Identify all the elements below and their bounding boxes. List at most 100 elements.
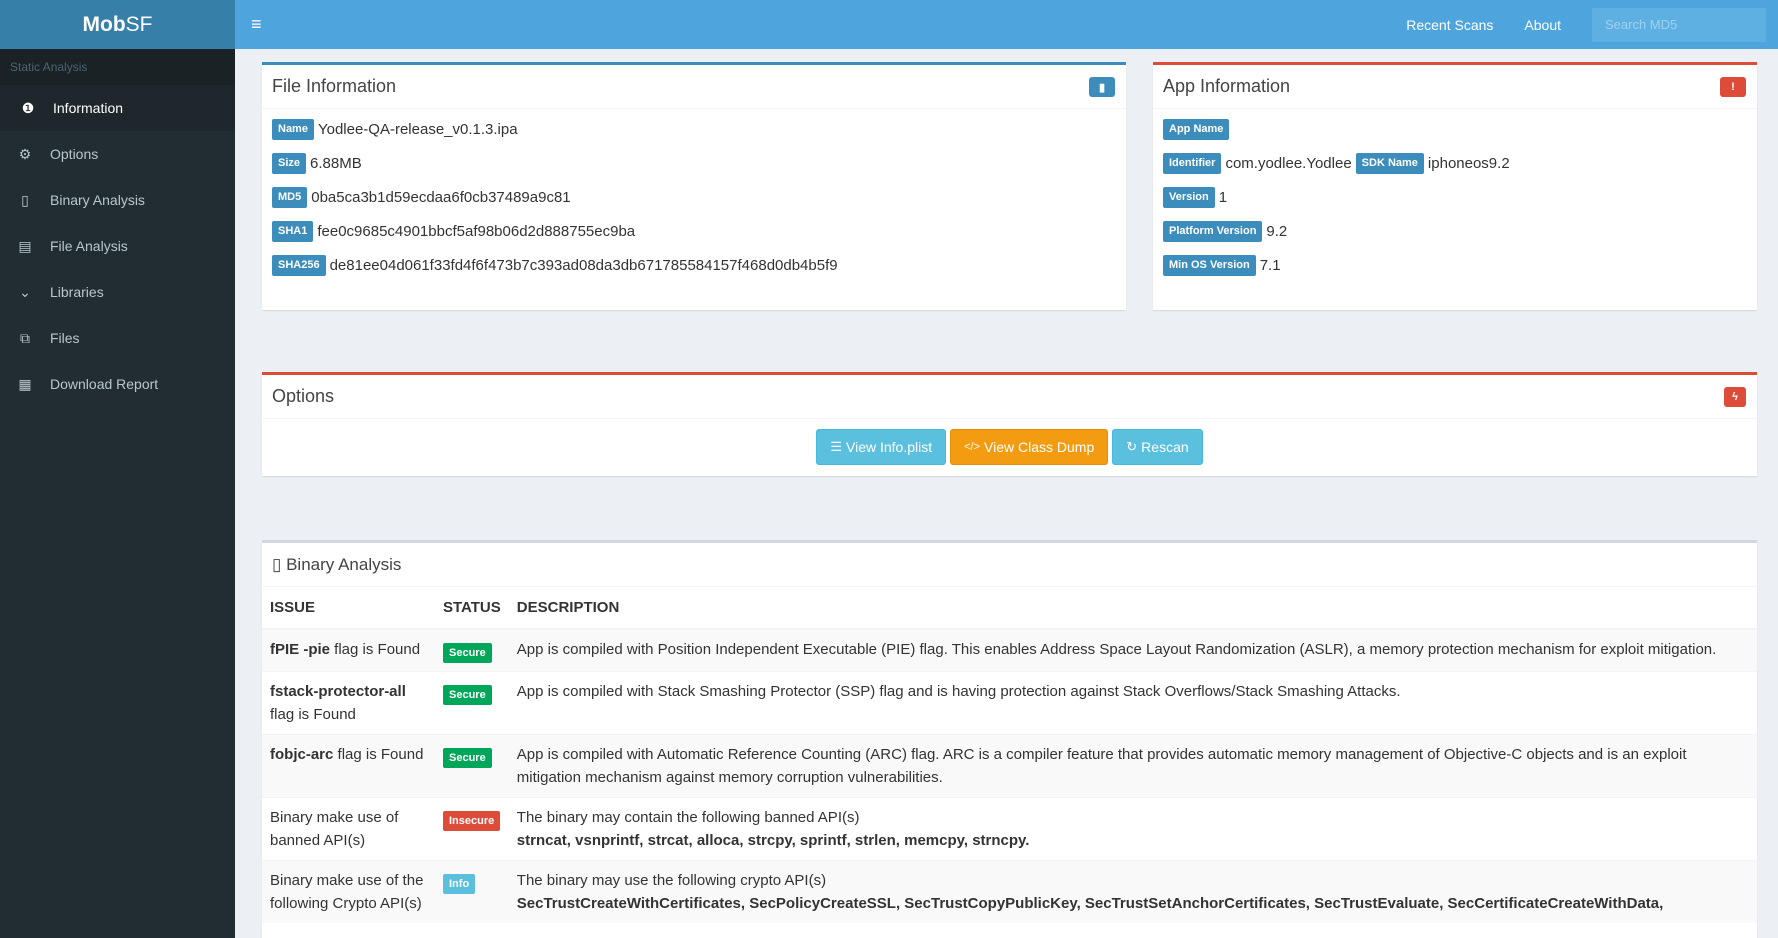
table-row: fobjc-arc flag is Found Secure App is co… <box>262 734 1757 798</box>
description-cell: App is compiled with Stack Smashing Prot… <box>508 671 1757 735</box>
label-min-os-version: Min OS Version <box>1163 254 1256 276</box>
sidebar-item-label: File Analysis <box>50 238 128 254</box>
sidebar-item-label: Download Report <box>50 376 159 392</box>
box-title: Options <box>272 386 335 406</box>
issue-flag: fstack-protector-all <box>270 683 406 700</box>
status-cell: Info <box>435 860 509 923</box>
sidebar-item-file-analysis[interactable]: ▤ File Analysis <box>0 223 235 269</box>
info-row-sha256: SHA256 de81ee04d061f33fd4f6f473b7c393ad0… <box>262 248 1126 282</box>
issue-cell: fPIE -pie flag is Found <box>262 628 435 672</box>
file-icon[interactable]: ▮ <box>1089 77 1115 97</box>
info-row-md5: MD5 0ba5ca3b1d59ecdaa6f0cb37489a9c81 <box>262 180 1126 214</box>
sidebar: Mob SF Static Analysis ❶ Information ⚙ Op… <box>0 0 235 938</box>
table-row: Binary make use of banned API(s) Insecur… <box>262 797 1757 861</box>
app-information-box: App Information ! App Name Identifier co… <box>1153 62 1757 310</box>
status-cell: Secure <box>435 628 509 672</box>
version-value: 1 <box>1218 188 1228 206</box>
box-title: App Information <box>1163 76 1291 96</box>
recent-scans-link[interactable]: Recent Scans <box>1406 17 1493 33</box>
binary-analysis-table: ISSUE STATUS DESCRIPTION fPIE -pie flag … <box>262 587 1757 923</box>
status-badge: Secure <box>443 748 492 768</box>
info-row-min-os-version: Min OS Version 7.1 <box>1153 248 1757 282</box>
label-sha256: SHA256 <box>272 254 326 276</box>
bolt-icon[interactable]: ϟ <box>1724 387 1746 407</box>
issue-text: flag is Found <box>330 641 421 658</box>
top-navbar: ≡ Recent Scans About <box>235 0 1778 49</box>
box-header: App Information ! <box>1153 65 1757 109</box>
box-title: ▯ Binary Analysis <box>272 555 401 575</box>
table-row: Binary make use of the following Crypto … <box>262 860 1757 923</box>
min-os-version-value: 7.1 <box>1259 256 1281 274</box>
description-text: App is compiled with Position Independen… <box>516 641 1717 658</box>
sidebar-item-label: Files <box>50 330 80 346</box>
label-sdk-name: SDK Name <box>1355 152 1424 174</box>
file-name-value: Yodlee-QA-release_v0.1.3.ipa <box>317 120 518 138</box>
rescan-button[interactable]: ↻ Rescan <box>1112 429 1203 465</box>
sidebar-item-libraries[interactable]: ⌄ Libraries <box>0 269 235 315</box>
issue-cell: Binary make use of the following Crypto … <box>262 860 435 923</box>
label-name: Name <box>272 118 314 140</box>
table-row: fstack-protector-all flag is Found Secur… <box>262 671 1757 735</box>
issue-flag: fPIE -pie <box>270 641 331 658</box>
about-link[interactable]: About <box>1524 17 1561 33</box>
sidebar-item-information[interactable]: ❶ Information <box>0 85 235 131</box>
box-title: File Information <box>272 76 397 96</box>
sidebar-item-binary-analysis[interactable]: ▯ Binary Analysis <box>0 177 235 223</box>
status-badge: Secure <box>443 643 492 663</box>
description-cell: The binary may contain the following ban… <box>508 797 1757 861</box>
file-text-icon: ▤ <box>18 237 32 254</box>
sidebar-item-label: Options <box>50 146 99 162</box>
issue-text: flag is Found <box>270 706 356 723</box>
description-text: The binary may contain the following ban… <box>516 809 860 826</box>
chevron-down-icon: ⌄ <box>19 283 31 300</box>
logo-bold: Mob <box>82 12 126 36</box>
sdk-name-value: iphoneos9.2 <box>1427 154 1510 172</box>
issue-flag: fobjc-arc <box>270 746 334 763</box>
status-badge: Insecure <box>443 811 501 831</box>
sha1-value: fee0c9685c4901bbcf5af98b06d2d888755ec9ba <box>317 222 636 240</box>
description-text: The binary may use the following crypto … <box>516 872 827 889</box>
label-app-name: App Name <box>1163 118 1230 140</box>
sidebar-item-download-report[interactable]: ▦ Download Report <box>0 361 235 407</box>
issue-text: Binary make use of the following Crypto … <box>270 872 424 912</box>
label-size: Size <box>272 152 307 174</box>
status-badge: Secure <box>443 685 492 705</box>
box-header: File Information ▮ <box>262 65 1126 109</box>
box-header: ▯ Binary Analysis <box>262 543 1757 587</box>
cogs-icon: ⚙ <box>18 145 32 162</box>
status-cell: Insecure <box>435 797 509 861</box>
status-cell: Secure <box>435 671 509 735</box>
top-links: Recent Scans About <box>1406 7 1778 42</box>
sidebar-item-options[interactable]: ⚙ Options <box>0 131 235 177</box>
info-row-version: Version 1 <box>1153 180 1757 214</box>
label-md5: MD5 <box>272 186 308 208</box>
search-md5-input[interactable] <box>1592 7 1766 42</box>
info-row-size: Size 6.88MB <box>262 146 1126 180</box>
view-info-plist-button[interactable]: ☰ View Info.plist <box>816 429 947 465</box>
list-alt-icon: ▦ <box>18 375 32 392</box>
info-row-name: Name Yodlee-QA-release_v0.1.3.ipa <box>262 112 1126 146</box>
info-row-sha1: SHA1 fee0c9685c4901bbcf5af98b06d2d888755… <box>262 214 1126 248</box>
sha256-value: de81ee04d061f33fd4f6f473b7c393ad08da3db6… <box>329 256 838 274</box>
column-header-description: DESCRIPTION <box>508 587 1757 630</box>
binary-analysis-title: Binary Analysis <box>286 554 402 574</box>
issue-text: flag is Found <box>333 746 424 763</box>
table-header-row: ISSUE STATUS DESCRIPTION <box>262 587 1757 630</box>
label-identifier: Identifier <box>1163 152 1222 174</box>
sidebar-item-files[interactable]: ⧉ Files <box>0 315 235 361</box>
column-header-status: STATUS <box>435 587 509 630</box>
logo-rest: SF <box>125 12 153 36</box>
sidebar-header: Static Analysis <box>0 49 235 85</box>
description-text: App is compiled with Stack Smashing Prot… <box>516 683 1401 700</box>
crypto-api-list: SecTrustCreateWithCertificates, SecPolic… <box>516 895 1664 912</box>
view-class-dump-button[interactable]: </> View Class Dump <box>950 429 1109 465</box>
description-cell: The binary may use the following crypto … <box>508 860 1757 923</box>
hamburger-menu-icon[interactable]: ≡ <box>251 14 271 35</box>
info-circle-icon[interactable]: ! <box>1720 77 1746 97</box>
mobile-icon: ▯ <box>21 191 29 208</box>
logo[interactable]: Mob SF <box>0 0 235 49</box>
identifier-value: com.yodlee.Yodlee <box>1225 154 1352 172</box>
button-label: View Info.plist <box>846 439 933 455</box>
box-header: Options ϟ <box>262 375 1757 419</box>
platform-version-value: 9.2 <box>1266 222 1288 240</box>
